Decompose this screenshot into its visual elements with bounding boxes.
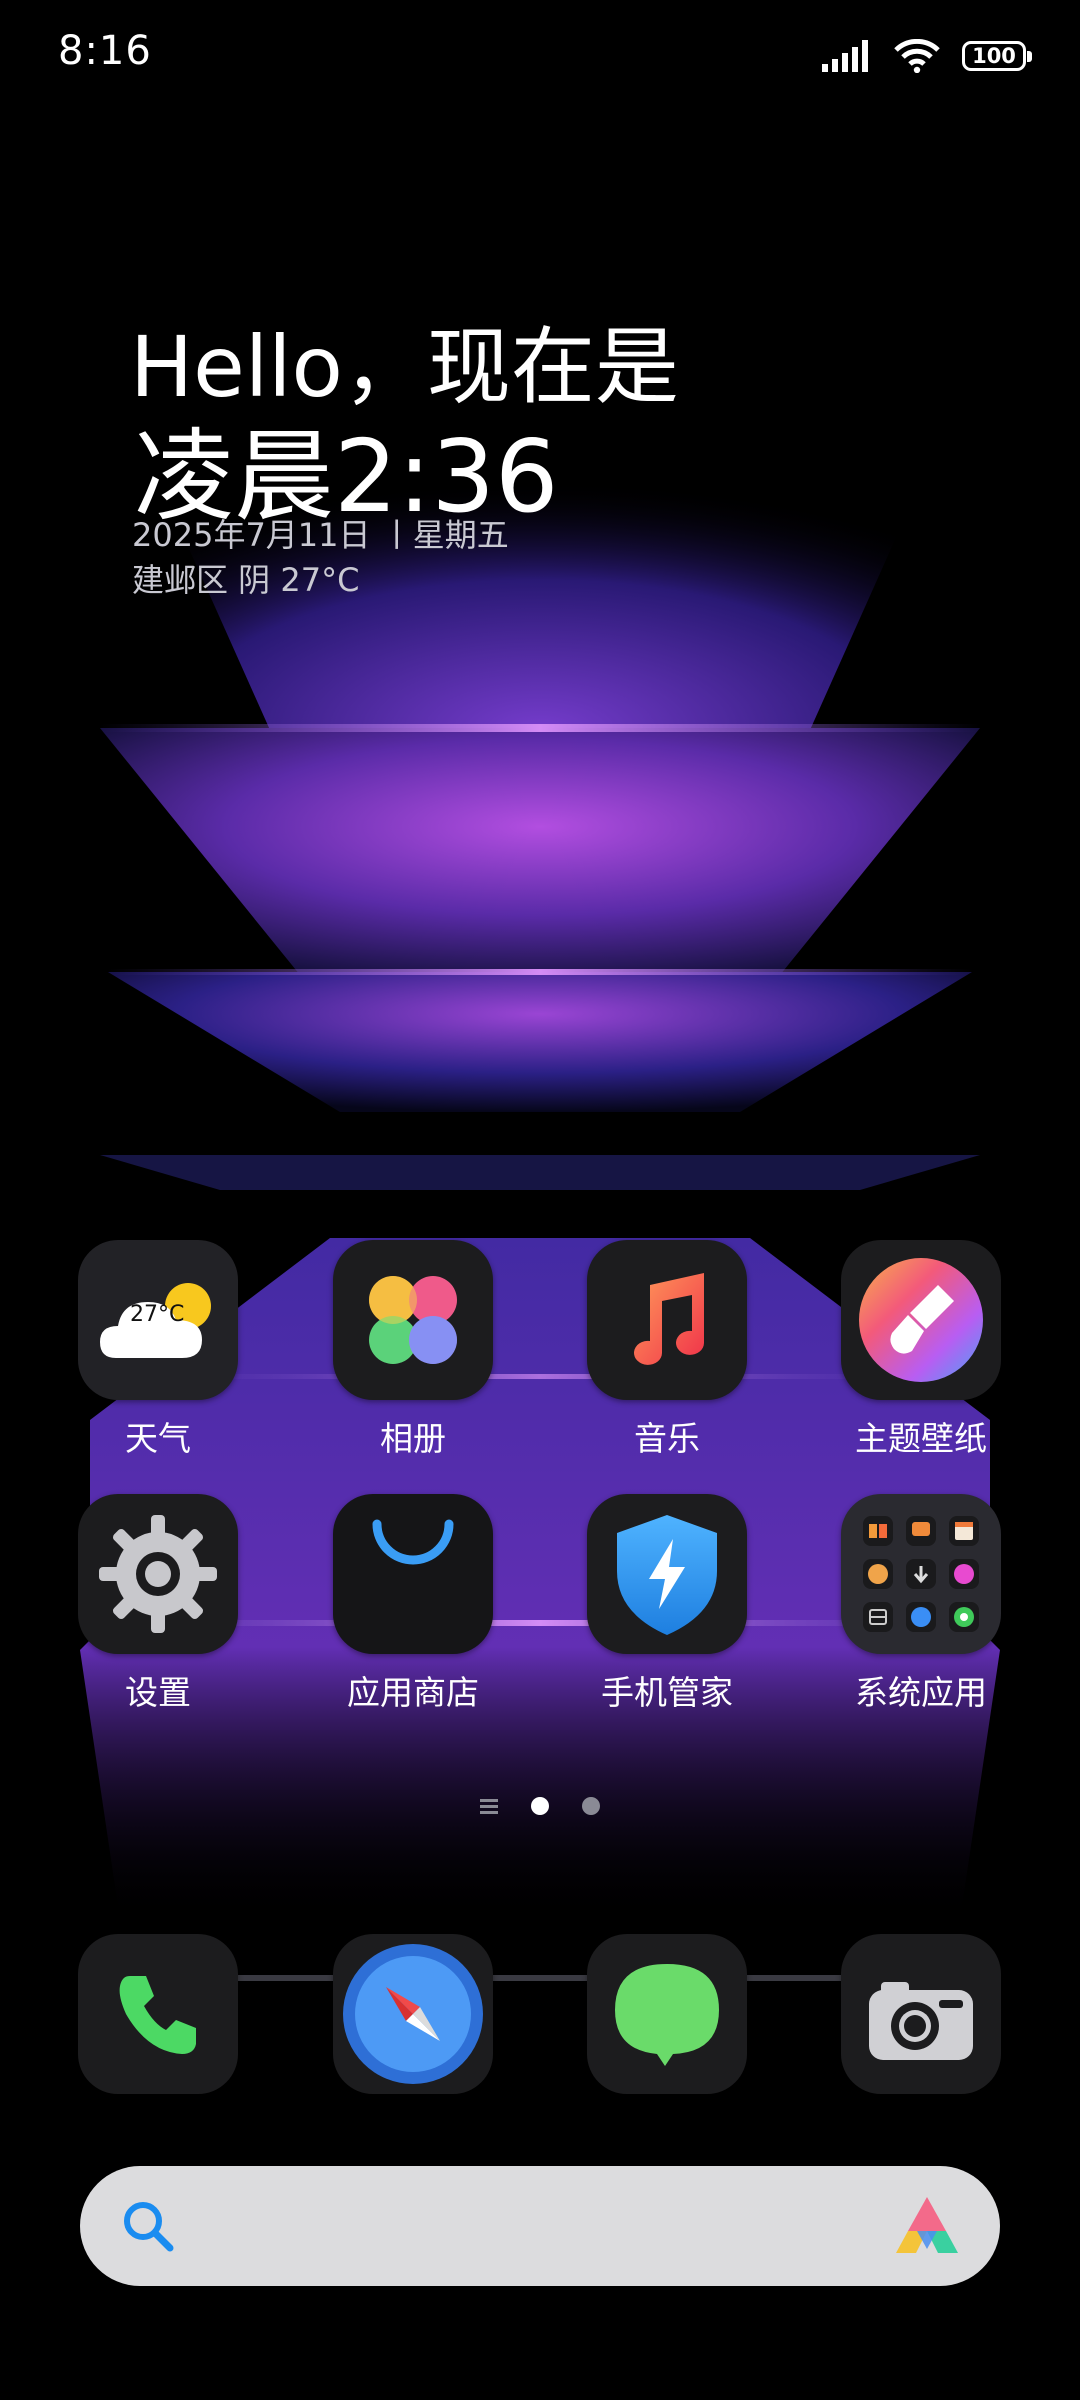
- app-label: 手机管家: [601, 1673, 733, 1712]
- app-label: 应用商店: [347, 1673, 479, 1712]
- browser-compass-icon: [333, 1934, 493, 2094]
- music-icon: [587, 1240, 747, 1400]
- app-label: 相册: [380, 1419, 446, 1458]
- app-gallery[interactable]: 相册: [313, 1240, 513, 1460]
- phone-icon: [78, 1934, 238, 2094]
- dock-browser[interactable]: [313, 1934, 513, 2094]
- greeting-date: 2025年7月11日 丨星期五: [132, 516, 509, 554]
- weather-icon: 27°C: [78, 1240, 238, 1400]
- themes-icon: [841, 1240, 1001, 1400]
- assistant-logo-icon[interactable]: [892, 2193, 962, 2259]
- dock-camera[interactable]: [821, 1934, 1021, 2094]
- app-label: 系统应用: [855, 1673, 987, 1712]
- signal-icon: [822, 40, 868, 72]
- wifi-icon: [894, 39, 940, 73]
- app-store-icon: [333, 1494, 493, 1654]
- app-security[interactable]: 手机管家: [567, 1494, 767, 1714]
- app-label: 设置: [125, 1673, 191, 1712]
- status-time: 8:16: [58, 28, 152, 74]
- dock-messages[interactable]: [567, 1934, 767, 2094]
- folder-system-apps[interactable]: 系统应用: [821, 1494, 1021, 1714]
- app-settings[interactable]: 设置: [58, 1494, 258, 1714]
- gallery-icon: [333, 1240, 493, 1400]
- app-label: 天气: [125, 1419, 191, 1458]
- search-bar[interactable]: [80, 2166, 1000, 2286]
- app-label: 音乐: [634, 1419, 700, 1458]
- app-themes[interactable]: 主题壁纸: [821, 1240, 1021, 1460]
- battery-indicator: 100: [962, 41, 1032, 71]
- page-indicator[interactable]: [480, 1792, 600, 1820]
- page-dot[interactable]: [582, 1797, 600, 1815]
- security-shield-icon: [587, 1494, 747, 1654]
- greeting-weather: 建邺区 阴 27°C: [132, 561, 360, 599]
- weather-temp-badge: 27°C: [130, 1302, 185, 1327]
- page-dot-active[interactable]: [531, 1797, 549, 1815]
- camera-icon: [841, 1934, 1001, 2094]
- app-store[interactable]: 应用商店: [313, 1494, 513, 1714]
- search-icon[interactable]: [120, 2198, 176, 2254]
- status-icons: 100: [822, 34, 1032, 78]
- app-label: 主题壁纸: [855, 1419, 987, 1458]
- settings-gear-icon: [78, 1494, 238, 1654]
- app-weather[interactable]: 27°C 天气: [58, 1240, 258, 1460]
- dock-phone[interactable]: [58, 1934, 258, 2094]
- app-music[interactable]: 音乐: [567, 1240, 767, 1460]
- all-pages-menu-icon[interactable]: [480, 1797, 498, 1815]
- folder-icon: [841, 1494, 1001, 1654]
- messages-icon: [587, 1934, 747, 2094]
